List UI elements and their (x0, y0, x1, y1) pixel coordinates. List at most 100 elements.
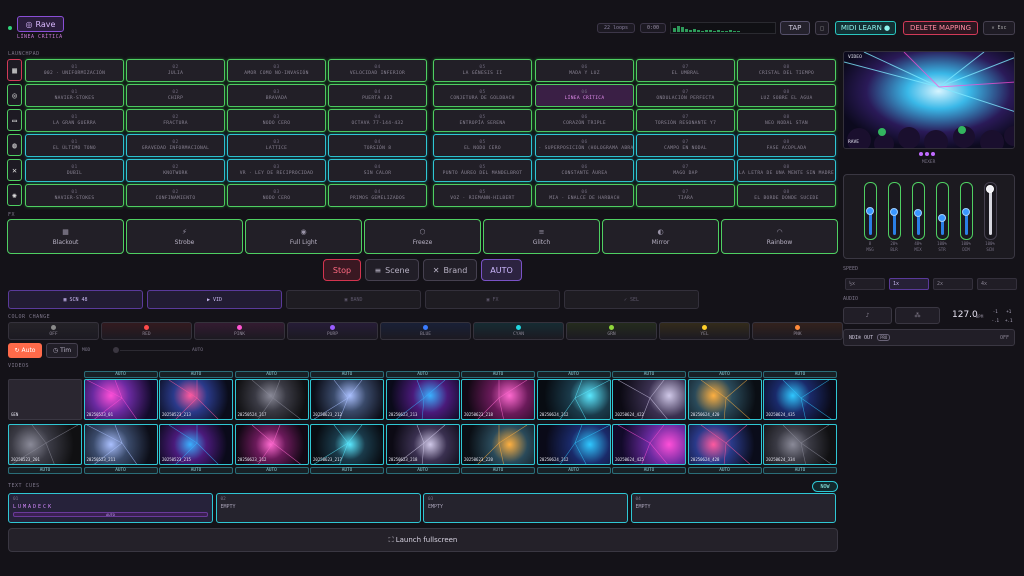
launchpad-cell[interactable]: 04 PUERTA 432 (328, 84, 427, 107)
video-auto-toggle[interactable]: AUTO (159, 371, 233, 378)
launchpad-cell[interactable]: 02 JULIA (126, 59, 225, 82)
auto-mode-button[interactable]: ↻ Auto (8, 343, 42, 358)
launchpad-cell[interactable]: 07 TIARA (636, 184, 735, 207)
tim-mode-button[interactable]: ◷ Tim (46, 343, 78, 358)
speed-1-button[interactable]: 1x (889, 278, 929, 290)
launchpad-cell[interactable]: 04 VELOCIDAD INFERIOR (328, 59, 427, 82)
slider-knob[interactable] (890, 208, 898, 216)
fx-strobe-button[interactable]: ⚡ Strobe (126, 219, 243, 254)
video-auto-toggle[interactable]: AUTO (536, 371, 611, 378)
video-thumbnail[interactable]: 20250523_213 (159, 379, 233, 420)
video-thumbnail[interactable]: 20250623_218 (385, 424, 460, 465)
tap-button[interactable]: TAP (780, 21, 810, 35)
video-auto-toggle[interactable]: AUTO (536, 467, 611, 474)
video-thumbnail[interactable]: 20250623_217 (310, 424, 384, 465)
mixer-slider-blr[interactable] (888, 182, 901, 240)
video-auto-toggle[interactable]: AUTO (234, 371, 309, 378)
launchpad-cell[interactable]: 08 NEO NODAL STAN (737, 109, 836, 132)
tab-band[interactable]: ▣ BAND (286, 290, 421, 309)
row-icon-button[interactable]: ◍ (7, 134, 22, 156)
launchpad-cell[interactable]: 05 VOZ · RIEMANN-HILBERT (433, 184, 532, 207)
launchpad-cell[interactable]: 03 LATTICE (227, 134, 326, 157)
video-auto-toggle[interactable]: AUTO (385, 467, 460, 474)
text-cue-slot[interactable]: 03 EMPTY (423, 493, 628, 523)
color-cyan-button[interactable]: CYAN (473, 322, 564, 340)
cue-auto-bar[interactable]: AUTO (13, 512, 208, 517)
now-button[interactable]: NOW (812, 481, 838, 492)
fx-glitch-button[interactable]: ≡ Glitch (483, 219, 600, 254)
color-red-button[interactable]: RED (101, 322, 192, 340)
launchpad-cell[interactable]: 06 CORAZÓN TRIPLE (535, 109, 634, 132)
video-thumbnail[interactable]: 20250623_212 (234, 424, 309, 465)
audio-level-button[interactable]: ⁂ (895, 307, 940, 324)
launchpad-cell[interactable]: 07 MAGO DAP (636, 159, 735, 182)
video-thumbnail[interactable]: 20250624_212 (536, 379, 611, 420)
launchpad-cell[interactable]: 02 CHIRP (126, 84, 225, 107)
launchpad-cell[interactable]: 02 GRAVEDAD INFORMACIONAL (126, 134, 225, 157)
color-grn-button[interactable]: GRN (566, 322, 657, 340)
row-icon-button[interactable]: ✕ (7, 159, 22, 181)
video-thumbnail[interactable]: 20250524_217 (234, 379, 309, 420)
tab-fx[interactable]: ▣ FX (425, 290, 560, 309)
video-auto-toggle[interactable]: AUTO (612, 467, 686, 474)
launchpad-cell[interactable]: 06 CONSTANTE ÁUREA (535, 159, 634, 182)
launchpad-cell[interactable]: 08 LA LETRA DE UNA MENTE SIN MADRE (737, 159, 836, 182)
slider-knob[interactable] (986, 185, 994, 193)
launchpad-cell[interactable]: 05 ENTROPÍA SERENA (433, 109, 532, 132)
mixer-slider-dim[interactable] (960, 182, 973, 240)
launchpad-cell[interactable]: 05 EL NODO CERO (433, 134, 532, 157)
video-auto-toggle[interactable]: AUTO (461, 371, 535, 378)
launchpad-cell[interactable]: 01 NAVIER-STOKES (25, 84, 124, 107)
launchpad-cell[interactable]: 01 LA GRAN GUERRA (25, 109, 124, 132)
launchpad-cell[interactable]: 03 AMOR COMO NO-INVASIÓN (227, 59, 326, 82)
square-button[interactable]: □ (815, 21, 829, 35)
video-thumbnail[interactable]: 20250624_428 (687, 424, 762, 465)
video-auto-toggle[interactable]: AUTO (461, 467, 535, 474)
launchpad-cell[interactable]: 08 FASE ACOPLADA (737, 134, 836, 157)
video-thumbnail[interactable]: 20250523_201 (8, 424, 82, 465)
ndi-out-toggle[interactable]: NDI® OUT PRO OFF (843, 329, 1015, 346)
fx-blackout-button[interactable]: ▦ Blackout (7, 219, 124, 254)
row-icon-button[interactable]: ✺ (7, 184, 22, 206)
slider-knob[interactable] (962, 208, 970, 216)
video-thumbnail[interactable]: 20250523_01 (83, 379, 158, 420)
video-auto-toggle[interactable]: AUTO (385, 371, 460, 378)
launchpad-cell[interactable]: 02 CONFINAMIENTO (126, 184, 225, 207)
color-blue-button[interactable]: BLUE (380, 322, 471, 340)
mixer-slider-mix[interactable] (912, 182, 925, 240)
video-auto-toggle[interactable]: AUTO (8, 467, 82, 474)
launchpad-cell[interactable]: 02 FRACTURA (126, 109, 225, 132)
speed-2-button[interactable]: 2x (933, 278, 973, 290)
mixer-slider-scn[interactable] (984, 182, 997, 240)
launchpad-cell[interactable]: 04 TORSIÓN 8 (328, 134, 427, 157)
esc-button[interactable]: ✕ Esc (983, 21, 1015, 35)
fx-full-light-button[interactable]: ◉ Full Light (245, 219, 362, 254)
launchpad-cell[interactable]: 04 PRIMOS GEMELIZADOS (328, 184, 427, 207)
video-thumbnail[interactable]: 20250624_420 (687, 379, 762, 420)
nudge-plus-01[interactable]: +.1 (1003, 317, 1016, 326)
video-thumbnail[interactable]: 20250523_215 (159, 424, 233, 465)
video-auto-toggle[interactable]: AUTO (234, 467, 309, 474)
fx-freeze-button[interactable]: ⬡ Freeze (364, 219, 481, 254)
launchpad-cell[interactable]: 06 LÍNEA CRÍTICA (535, 84, 634, 107)
launchpad-cell[interactable]: 03 NODO CERO (227, 109, 326, 132)
mixer-slider-str[interactable] (936, 182, 949, 240)
launchpad-cell[interactable]: 08 CRISTAL DEL TIEMPO (737, 59, 836, 82)
audio-tap-button[interactable]: ♪ (843, 307, 892, 324)
video-thumbnail[interactable]: 20250624_422 (612, 379, 686, 420)
row-icon-button[interactable]: ▭ (7, 109, 22, 131)
launchpad-cell[interactable]: 07 CAMPO EN NODAL (636, 134, 735, 157)
nudge-minus-1[interactable]: -1 (989, 307, 1002, 316)
stop-button[interactable]: Stop (323, 259, 361, 281)
video-auto-toggle[interactable]: AUTO (763, 371, 837, 378)
speed-0-button[interactable]: ½x (845, 278, 885, 290)
fx-rainbow-button[interactable]: ◠ Rainbow (721, 219, 838, 254)
color-pnk-button[interactable]: PNK (752, 322, 843, 340)
launchpad-cell[interactable]: 07 EL UMBRAL (636, 59, 735, 82)
scene-button[interactable]: ≡ Scene (365, 259, 419, 281)
tab-scn-48[interactable]: ▦ SCN 48 (8, 290, 143, 309)
launchpad-cell[interactable]: 07 ONDULACIÓN PERFECTA (636, 84, 735, 107)
video-auto-toggle[interactable]: AUTO (612, 371, 686, 378)
launchpad-cell[interactable]: 06 MIA · ENALCE DE HARBACH (535, 184, 634, 207)
launchpad-cell[interactable]: 01 002 · UNIFORMIZACIÓN (25, 59, 124, 82)
